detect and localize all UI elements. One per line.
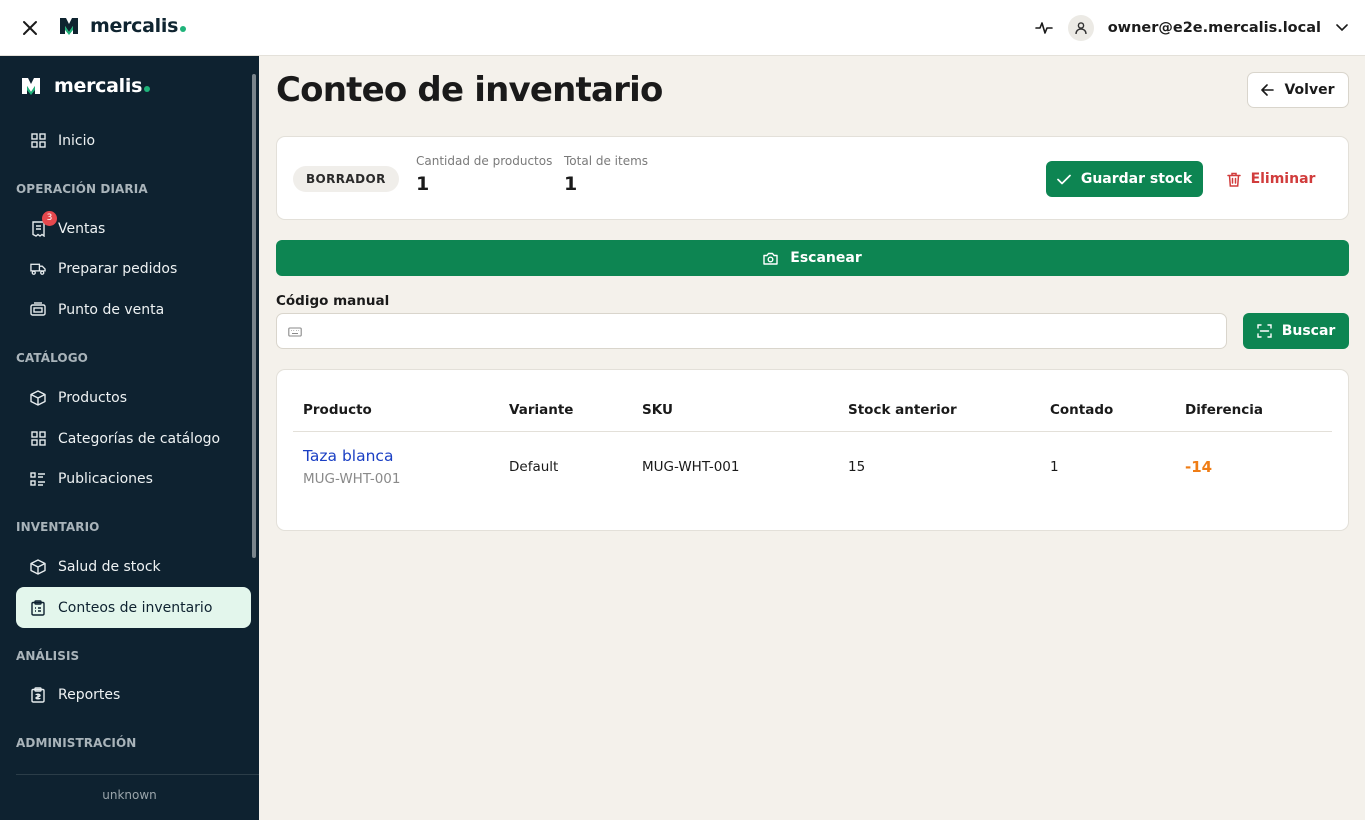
manual-code-input[interactable] [311, 314, 1216, 348]
receipt-icon: 3 [30, 210, 57, 237]
delete-label: Eliminar [1250, 171, 1316, 187]
chevron-down-icon[interactable] [1335, 21, 1349, 35]
logo-icon [22, 78, 40, 95]
check-icon [1056, 174, 1071, 184]
user-avatar-icon[interactable] [1067, 15, 1094, 41]
report-icon [30, 686, 46, 703]
count-summary-card: BORRADOR Cantidad de productos 1 Total d… [276, 136, 1349, 220]
section-administracion: ADMINISTRACIÓN [16, 736, 137, 750]
products-stat: Cantidad de productos 1 [416, 154, 552, 195]
brand-dot [144, 86, 151, 92]
sidebar-divider [16, 774, 259, 775]
status-badge: BORRADOR [293, 166, 399, 192]
search-label: Buscar [1281, 323, 1336, 339]
list-icon [30, 471, 46, 487]
column-header-contado: Contado [1050, 402, 1114, 418]
product-link[interactable]: Taza blanca [303, 447, 393, 465]
sidebar-item-categorias[interactable]: Categorías de catálogo [16, 418, 251, 459]
sidebar-item-label: Ventas [58, 220, 106, 237]
truck-icon [30, 261, 46, 277]
sidebar-item-label: Reportes [58, 686, 121, 703]
page-title: Conteo de inventario [276, 70, 663, 110]
brand-dot [180, 26, 187, 32]
column-header-diferencia: Diferencia [1185, 402, 1264, 418]
grid-icon [30, 133, 46, 149]
sidebar-logo[interactable]: mercalis [20, 75, 151, 97]
difference-cell: -14 [1185, 458, 1213, 476]
column-header-stock-anterior: Stock anterior [848, 402, 957, 418]
sidebar-item-label: Inicio [58, 132, 96, 149]
scan-icon [1256, 324, 1272, 338]
sidebar-item-punto-de-venta[interactable]: Punto de venta [16, 289, 251, 330]
camera-icon [763, 252, 778, 265]
sidebar-item-label: Publicaciones [58, 470, 153, 487]
sidebar-item-ventas[interactable]: 3 Ventas [16, 208, 251, 249]
back-button-label: Volver [1284, 82, 1335, 98]
section-analisis: ANÁLISIS [16, 649, 80, 663]
box-icon [30, 389, 46, 406]
sidebar-item-conteos-de-inventario[interactable]: Conteos de inventario [16, 587, 251, 628]
products-stat-label: Cantidad de productos [416, 154, 553, 168]
register-icon [30, 302, 46, 318]
sidebar-item-salud-de-stock[interactable]: Salud de stock [16, 546, 251, 587]
clipboard-icon [30, 599, 46, 616]
variant-cell: Default [509, 459, 559, 475]
delete-button[interactable]: Eliminar [1221, 161, 1321, 197]
items-stat-label: Total de items [564, 154, 649, 168]
logo-icon [60, 18, 78, 35]
activity-icon[interactable] [1034, 18, 1054, 38]
sku-cell: MUG-WHT-001 [642, 459, 740, 475]
save-stock-label: Guardar stock [1080, 171, 1193, 187]
back-button[interactable]: Volver [1247, 72, 1349, 108]
section-inventario: INVENTARIO [16, 520, 100, 534]
count-items-table: Producto Variante SKU Stock anterior Con… [276, 369, 1349, 531]
trash-icon [1226, 172, 1241, 187]
manual-code-label: Código manual [276, 293, 390, 309]
sidebar-item-label: Productos [58, 389, 128, 406]
sidebar-item-label: Conteos de inventario [58, 599, 213, 616]
top-logo[interactable]: mercalis [58, 15, 187, 37]
notification-badge: 3 [42, 210, 57, 226]
user-email[interactable]: owner@e2e.mercalis.local [1108, 20, 1321, 36]
close-icon[interactable] [18, 16, 42, 40]
manual-code-field[interactable] [276, 313, 1227, 349]
sidebar-footer: unknown [102, 788, 157, 802]
box-icon [30, 558, 46, 575]
products-stat-value: 1 [416, 173, 430, 195]
sidebar-scrollbar[interactable] [252, 74, 256, 558]
sidebar-item-label: Categorías de catálogo [58, 430, 221, 447]
scan-label: Escanear [790, 250, 862, 266]
sidebar-item-preparar-pedidos[interactable]: Preparar pedidos [16, 248, 251, 289]
arrow-left-icon [1261, 84, 1275, 96]
keyboard-icon [288, 327, 302, 337]
sidebar: mercalis Inicio OPERACIÓN DIARIA 3 Venta… [0, 56, 259, 820]
sidebar-item-publicaciones[interactable]: Publicaciones [16, 458, 251, 499]
sidebar-brand-name: mercalis [54, 75, 143, 97]
grid-icon [30, 431, 46, 447]
sidebar-item-label: Salud de stock [58, 558, 161, 575]
sidebar-item-label: Preparar pedidos [58, 260, 178, 277]
column-header-variante: Variante [509, 402, 574, 418]
column-header-sku: SKU [642, 402, 673, 418]
section-catalogo: CATÁLOGO [16, 351, 88, 365]
header-divider [293, 431, 1332, 432]
sidebar-item-reportes[interactable]: Reportes [16, 674, 251, 715]
scan-button[interactable]: Escanear [276, 240, 1349, 276]
sidebar-item-inicio[interactable]: Inicio [16, 120, 251, 161]
top-bar: mercalis owner@e2e.mercalis.local [0, 0, 1365, 56]
save-stock-button[interactable]: Guardar stock [1046, 161, 1203, 197]
search-button[interactable]: Buscar [1243, 313, 1349, 349]
sidebar-item-label: Punto de venta [58, 301, 165, 318]
items-stat-value: 1 [564, 173, 578, 195]
product-sku: MUG-WHT-001 [303, 471, 401, 487]
items-stat: Total de items 1 [564, 154, 648, 195]
section-operacion-diaria: OPERACIÓN DIARIA [16, 182, 148, 196]
brand-name: mercalis [90, 15, 179, 37]
counted-cell[interactable]: 1 [1050, 459, 1059, 475]
column-header-producto: Producto [303, 402, 372, 418]
sidebar-item-productos[interactable]: Productos [16, 377, 251, 418]
previous-stock-cell: 15 [848, 459, 866, 475]
